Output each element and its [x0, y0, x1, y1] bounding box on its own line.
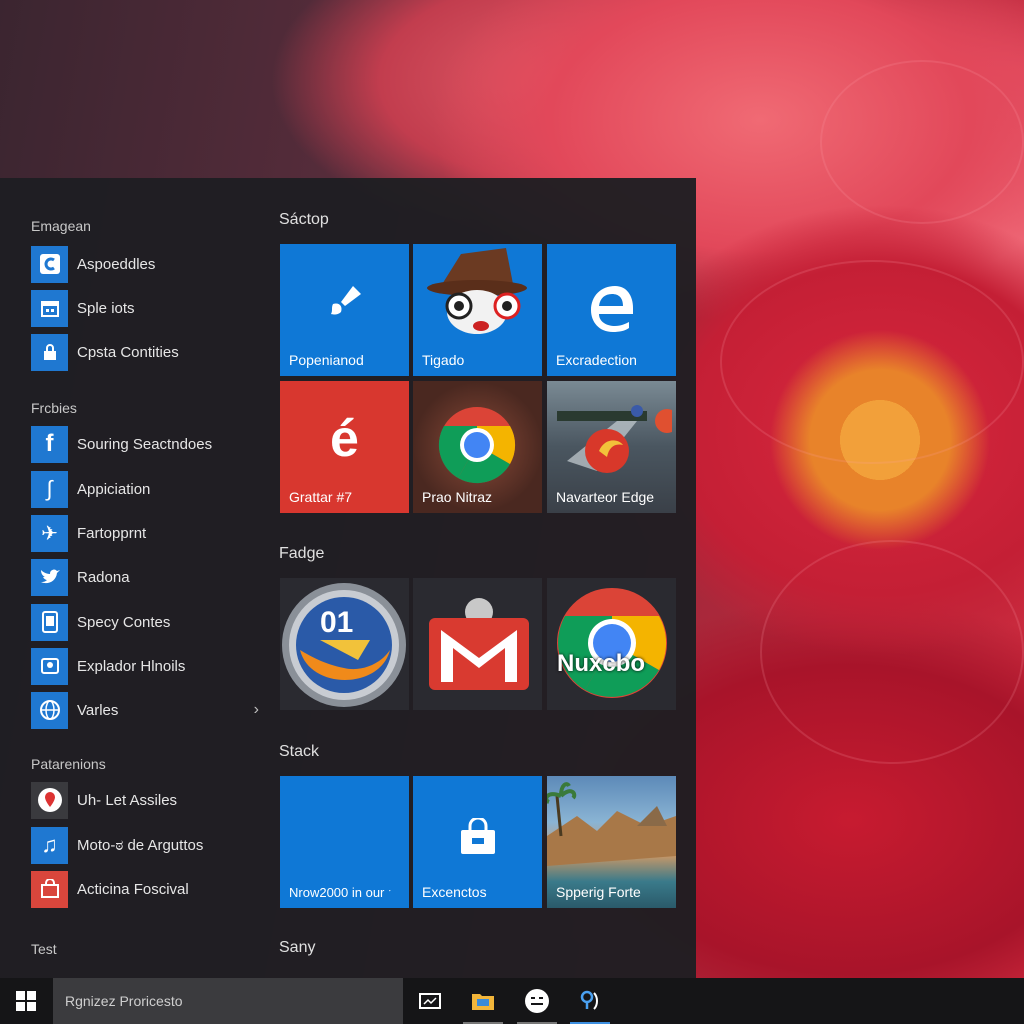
tile-navarteor-edge[interactable]: Navarteor Edge — [547, 381, 676, 513]
location-pin-icon — [31, 781, 68, 819]
plane-icon: ✈ — [31, 514, 68, 552]
tile-label: Grattar #7 — [289, 489, 353, 505]
store-icon — [31, 870, 68, 908]
app-item-souring-seactndoes[interactable]: f Souring Seactndoes — [31, 425, 267, 463]
firefox-icon — [280, 580, 409, 710]
tile-label: Navarteor Edge — [556, 489, 655, 505]
tile-excenctos[interactable]: Excenctos — [413, 776, 542, 908]
tile-label: Excenctos — [422, 884, 487, 900]
windows-logo-icon — [16, 991, 36, 1011]
app-label: Cpsta Contities — [77, 343, 179, 361]
tile-label: Tigado — [422, 352, 465, 368]
tile-badge: 01 — [320, 606, 354, 639]
tile-label: Nrow2000 in our ˑ — [289, 885, 392, 900]
app-label: Aspoeddles — [77, 255, 156, 273]
tile-tigado[interactable]: Tigado — [413, 244, 542, 376]
c-icon — [31, 245, 68, 283]
tile-group-stack: Stack — [279, 743, 320, 760]
task-view-icon[interactable] — [407, 978, 453, 1024]
swirl-icon: ∫ — [31, 470, 68, 508]
app-label: Radona — [77, 568, 130, 586]
tile-label: Spperig Forte — [556, 884, 641, 900]
app-item-specy-contes[interactable]: Specy Contes — [31, 603, 267, 641]
group-label-emagean: Emagean — [31, 218, 91, 234]
tile-gmail[interactable] — [413, 578, 542, 710]
chrome-icon — [437, 405, 517, 490]
tile-group-sactop: Sáctop — [279, 211, 329, 228]
tile-excradection[interactable]: Excradection — [547, 244, 676, 376]
app-label: Uh- Let Assiles — [77, 791, 178, 809]
petal-detail — [820, 60, 1024, 224]
start-button[interactable] — [0, 978, 52, 1024]
music-icon: ♫ — [31, 826, 68, 864]
contacts-icon — [31, 647, 68, 685]
app-item-cpsta-contities[interactable]: Cpsta Contities — [31, 333, 267, 371]
group-label-frcbies: Frcbies — [31, 400, 77, 416]
app-label: Sple iots — [77, 299, 135, 317]
tile-group-fadge: Fadge — [279, 545, 325, 562]
app-item-varles[interactable]: Varles › — [31, 691, 267, 729]
cartoon-face-icon — [421, 246, 536, 346]
chevron-right-icon[interactable]: › — [254, 701, 259, 719]
search-input[interactable] — [63, 992, 387, 1010]
store-bag-icon — [458, 816, 498, 863]
facebook-icon: f — [31, 425, 68, 463]
chrome-icon — [555, 586, 669, 705]
petal-detail — [760, 540, 1024, 764]
emoji-app-icon[interactable] — [514, 978, 560, 1024]
lock-icon — [31, 333, 68, 371]
tile-chrome-nuxcbo[interactable]: Nuxcbo — [547, 578, 676, 710]
app-item-moto-de-arguttos[interactable]: ♫ Moto-ಠ de Arguttos — [31, 826, 267, 864]
tile-badge: Nuxcbo — [557, 650, 646, 677]
tile-nrow2000[interactable]: Nrow2000 in our ˑ — [280, 776, 409, 908]
group-label-test: Test — [31, 941, 57, 957]
app-item-appiciation[interactable]: ∫ Appiciation — [31, 470, 267, 508]
paintbrush-icon — [280, 280, 409, 330]
app-item-radona[interactable]: Radona — [31, 558, 267, 596]
gmail-icon — [425, 596, 533, 697]
app-label: Souring Seactndoes — [77, 435, 213, 453]
maps-icon[interactable] — [567, 978, 613, 1024]
app-label: Varles — [77, 701, 119, 719]
tile-label: Popenianod — [289, 352, 364, 368]
app-item-sple-iots[interactable]: Sple iots — [31, 289, 267, 327]
petal-detail — [720, 260, 1024, 464]
twitter-bird-icon — [31, 558, 68, 596]
tile-spperig-forte[interactable]: Spperig Forte — [547, 776, 676, 908]
app-item-aspoeddles[interactable]: Aspoeddles — [31, 245, 267, 283]
app-label: Fartopprnt — [77, 524, 147, 542]
app-label: Acticina Foscival — [77, 880, 189, 898]
tile-label: Prao Nitraz — [422, 489, 493, 505]
game-scene-icon — [557, 401, 676, 486]
tablet-icon — [31, 603, 68, 641]
tile-firefox[interactable]: 01 — [280, 578, 409, 710]
app-label: Specy Contes — [77, 613, 171, 631]
start-menu: Emagean Aspoeddles Sple iots Cpsta Conti… — [0, 178, 696, 978]
app-item-fartopprnt[interactable]: ✈ Fartopprnt — [31, 514, 267, 552]
tile-group-sany: Sany — [279, 939, 316, 956]
app-label: Moto-ಠ de Arguttos — [77, 836, 204, 854]
tile-popenianod[interactable]: Popenianod — [280, 244, 409, 376]
app-item-uh-let-assiles[interactable]: Uh- Let Assiles — [31, 781, 267, 819]
app-label: Appiciation — [77, 480, 151, 498]
group-label-patarenions: Patarenions — [31, 756, 106, 772]
tile-prao-nitraz[interactable]: Prao Nitraz — [413, 381, 542, 513]
app-label: Explador Hlnoils — [77, 657, 186, 675]
e-accent-icon: é — [330, 410, 359, 468]
tile-grattar[interactable]: é Grattar #7 — [280, 381, 409, 513]
globe-icon — [31, 691, 68, 729]
file-explorer-icon[interactable] — [460, 978, 506, 1024]
edge-e-icon — [587, 284, 637, 339]
app-item-explador-hlnoils[interactable]: Explador Hlnoils — [31, 647, 267, 685]
tile-label: Excradection — [556, 352, 637, 368]
calendar-icon — [31, 289, 68, 327]
taskbar-search[interactable] — [53, 978, 403, 1024]
app-item-acticina-foscival[interactable]: Acticina Foscival — [31, 870, 267, 908]
taskbar — [0, 978, 1024, 1024]
